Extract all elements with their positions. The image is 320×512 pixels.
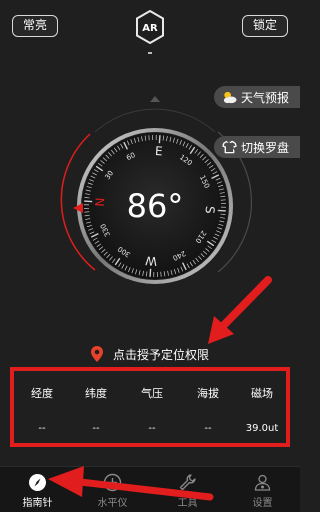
stat-label: 磁场 (234, 385, 290, 401)
lock-button[interactable]: 锁定 (242, 15, 288, 37)
cardinal-e: E (155, 144, 164, 158)
location-permission-label: 点击授予定位权限 (113, 346, 209, 363)
cardinal-s: S (203, 206, 217, 215)
compass-tick (84, 201, 92, 202)
stat-label: 经度 (14, 385, 70, 401)
nav-label: 水平仪 (75, 494, 150, 509)
compass-tick (150, 269, 151, 277)
ar-icon[interactable]: AR (135, 10, 165, 44)
nav-label: 指南针 (0, 494, 75, 509)
compass-dial[interactable]: NESW3060120150210240300330 86° (55, 92, 255, 307)
nav-tab-level[interactable]: 水平仪 (75, 467, 150, 512)
bottom-nav: 指南针 水平仪 工具 设置 (0, 466, 300, 512)
heading-readout: 86° (127, 187, 184, 225)
screen-on-button[interactable]: 常亮 (12, 15, 58, 37)
cardinal-w: W (145, 253, 158, 268)
nav-tab-tools[interactable]: 工具 (150, 467, 225, 512)
nav-label: 工具 (150, 494, 225, 509)
cardinal-n: N (93, 197, 108, 207)
settings-icon (253, 473, 272, 492)
level-icon (103, 473, 122, 492)
compass-icon (28, 473, 47, 492)
stat-label: 纬度 (68, 385, 124, 401)
stat-value: 39.0ut (234, 423, 290, 434)
heading-pointer-icon (150, 96, 160, 102)
compass-tick (159, 135, 160, 143)
location-permission-prompt[interactable]: 点击授予定位权限 (90, 344, 240, 364)
nav-tab-settings[interactable]: 设置 (225, 467, 300, 512)
stat-value: -- (68, 423, 124, 434)
stat-value: -- (124, 423, 180, 434)
sensor-stats-panel: 经度 -- 纬度 -- 气压 -- 海拔 -- 磁场 39.0ut (10, 367, 290, 447)
stat-value: -- (14, 423, 70, 434)
nav-label: 设置 (225, 494, 300, 509)
svg-text:AR: AR (142, 23, 158, 34)
wrench-icon (178, 473, 197, 492)
indicator-dot (147, 50, 153, 56)
stat-value: -- (180, 423, 236, 434)
stat-label: 气压 (124, 385, 180, 401)
location-pin-icon (90, 345, 104, 363)
nav-tab-compass[interactable]: 指南针 (0, 467, 75, 512)
stat-label: 海拔 (180, 385, 236, 401)
compass-tick (218, 210, 226, 211)
